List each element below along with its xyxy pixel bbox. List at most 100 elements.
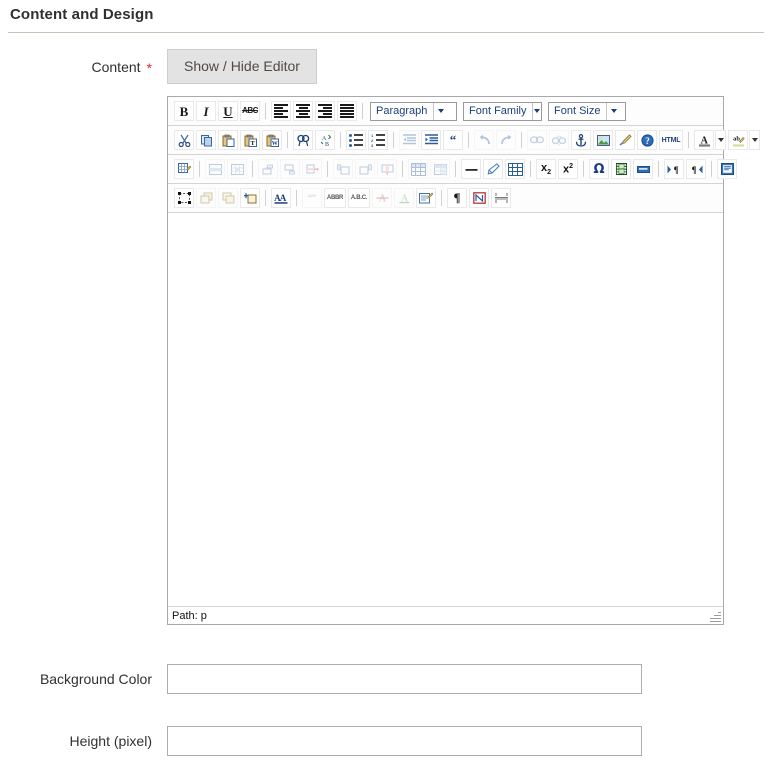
- anchor-icon[interactable]: [571, 130, 591, 150]
- acronym-icon[interactable]: A.B.C.: [348, 188, 370, 208]
- insert-page-break-icon[interactable]: [633, 159, 653, 179]
- cleanup-icon[interactable]: [615, 130, 635, 150]
- abbreviation-icon[interactable]: ABBR: [324, 188, 346, 208]
- font-family-select[interactable]: Font Family: [463, 101, 542, 121]
- citation-icon[interactable]: “”: [302, 188, 322, 208]
- absolute-position-icon[interactable]: [240, 188, 260, 208]
- move-backward-icon[interactable]: [218, 188, 238, 208]
- toolbar-separator: [252, 161, 253, 177]
- page-title: Content and Design: [10, 6, 154, 23]
- insert-layer-icon[interactable]: [717, 159, 737, 179]
- paste-as-text-icon[interactable]: T: [240, 130, 260, 150]
- insert-media-icon[interactable]: [611, 159, 631, 179]
- remove-format-icon[interactable]: [483, 159, 503, 179]
- styleprops-icon[interactable]: AA: [271, 188, 291, 208]
- height-pixel-input[interactable]: [167, 726, 642, 756]
- svg-text:¶: ¶: [674, 165, 679, 175]
- align-justify-icon[interactable]: [337, 101, 357, 121]
- split-cells-icon[interactable]: [408, 159, 428, 179]
- select-layer-icon[interactable]: [174, 188, 194, 208]
- insert-text-icon[interactable]: A: [394, 188, 414, 208]
- bold-icon[interactable]: B: [174, 101, 194, 121]
- cut-icon[interactable]: [174, 130, 194, 150]
- html-source-icon[interactable]: HTML: [659, 130, 683, 150]
- toolbar-separator: [530, 161, 531, 177]
- merge-cells-icon[interactable]: [430, 159, 450, 179]
- outdent-icon[interactable]: [399, 130, 419, 150]
- numbered-list-icon[interactable]: 123: [368, 130, 388, 150]
- background-color-input[interactable]: [167, 664, 642, 694]
- align-left-icon[interactable]: [271, 101, 291, 121]
- editor-box: B I U ABC Paragraph Font Family Font Siz…: [167, 96, 760, 625]
- copy-icon[interactable]: [196, 130, 216, 150]
- background-color-dropdown-icon[interactable]: [749, 130, 760, 150]
- insert-row-after-icon[interactable]: [280, 159, 300, 179]
- toolbar-separator: [402, 161, 403, 177]
- chevron-down-icon: [606, 102, 621, 120]
- background-color-icon[interactable]: ab: [728, 130, 748, 150]
- insert-link-icon[interactable]: [527, 130, 547, 150]
- svg-text:?: ?: [645, 136, 650, 146]
- background-color-label-cell: Background Color: [0, 664, 152, 687]
- toggle-guidelines-icon[interactable]: [505, 159, 525, 179]
- special-character-icon[interactable]: Ω: [589, 159, 609, 179]
- insert-column-before-icon[interactable]: [333, 159, 353, 179]
- table-row-properties-icon[interactable]: [205, 159, 225, 179]
- toolbar-separator: [296, 190, 297, 206]
- undo-icon[interactable]: [474, 130, 494, 150]
- ltr-direction-icon[interactable]: ¶: [664, 159, 684, 179]
- toolbar-separator: [468, 132, 469, 148]
- font-size-select[interactable]: Font Size: [548, 101, 626, 121]
- redo-icon[interactable]: [496, 130, 516, 150]
- bullet-list-icon[interactable]: [346, 130, 366, 150]
- delete-column-icon[interactable]: [377, 159, 397, 179]
- svg-text:T: T: [250, 140, 255, 147]
- show-blocks-icon[interactable]: ¶: [447, 188, 467, 208]
- insert-row-before-icon[interactable]: [258, 159, 278, 179]
- nonbreaking-icon[interactable]: [469, 188, 489, 208]
- unlink-icon[interactable]: [549, 130, 569, 150]
- find-icon[interactable]: [293, 130, 313, 150]
- insert-image-icon[interactable]: [593, 130, 613, 150]
- table-cell-properties-icon[interactable]: [227, 159, 247, 179]
- toolbar-separator: [393, 132, 394, 148]
- editor-status-bar: Path: p: [168, 606, 723, 624]
- text-color-dropdown-icon[interactable]: [715, 130, 726, 150]
- blockquote-icon[interactable]: “: [443, 130, 463, 150]
- svg-text:W: W: [271, 141, 277, 147]
- indent-icon[interactable]: [421, 130, 441, 150]
- align-right-icon[interactable]: [315, 101, 335, 121]
- page-break-icon[interactable]: [491, 188, 511, 208]
- underline-icon[interactable]: U: [218, 101, 238, 121]
- editor-content-area[interactable]: [168, 213, 723, 606]
- font-size-value: Font Size: [554, 104, 601, 117]
- insert-column-after-icon[interactable]: [355, 159, 375, 179]
- height-pixel-label-cell: Height (pixel): [0, 726, 152, 749]
- show-hide-editor-button[interactable]: Show / Hide Editor: [167, 49, 317, 84]
- paste-from-word-icon[interactable]: W: [262, 130, 282, 150]
- attributes-icon[interactable]: [416, 188, 436, 208]
- field-row-height-pixel: Height (pixel): [0, 726, 772, 756]
- superscript-icon[interactable]: x2: [558, 159, 578, 179]
- svg-text:“”: “”: [308, 193, 316, 203]
- paragraph-format-select[interactable]: Paragraph: [370, 101, 457, 121]
- insert-table-icon[interactable]: [174, 159, 194, 179]
- editor-path-label: Path: p: [172, 609, 207, 622]
- delete-text-icon[interactable]: A: [372, 188, 392, 208]
- chevron-down-icon: [532, 102, 541, 120]
- text-color-icon[interactable]: A: [694, 130, 714, 150]
- find-replace-icon[interactable]: AB: [315, 130, 335, 150]
- horizontal-rule-icon[interactable]: [461, 159, 481, 179]
- rtl-direction-icon[interactable]: ¶: [686, 159, 706, 179]
- move-forward-icon[interactable]: [196, 188, 216, 208]
- paragraph-format-value: Paragraph: [376, 104, 428, 117]
- subscript-icon[interactable]: x2: [536, 159, 556, 179]
- strikethrough-icon[interactable]: ABC: [240, 101, 260, 121]
- toolbar-separator: [711, 161, 712, 177]
- paste-icon[interactable]: [218, 130, 238, 150]
- italic-icon[interactable]: I: [196, 101, 216, 121]
- delete-row-icon[interactable]: [302, 159, 322, 179]
- resize-grip[interactable]: [708, 610, 721, 623]
- align-center-icon[interactable]: [293, 101, 313, 121]
- help-icon[interactable]: ?: [637, 130, 657, 150]
